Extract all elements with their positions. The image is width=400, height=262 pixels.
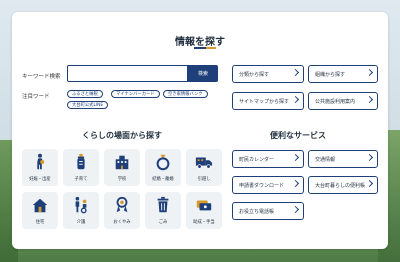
tile-childcare[interactable]: 子育て bbox=[63, 149, 99, 186]
tile-label: 結婚・離婚 bbox=[152, 177, 174, 182]
money-cards-icon bbox=[196, 200, 212, 211]
quick-link-label: サイトマップから探す bbox=[239, 98, 290, 105]
quick-link-label: 分類から探す bbox=[239, 71, 270, 78]
school-building-icon bbox=[115, 155, 129, 170]
keyword-search-label: キーワード検索 bbox=[22, 74, 61, 80]
baby-bottle-icon bbox=[77, 153, 85, 170]
tile-label: おくやみ bbox=[113, 220, 131, 225]
tile-garbage[interactable]: ごみ bbox=[145, 192, 181, 229]
service-traffic[interactable]: 交通情報 bbox=[308, 150, 378, 168]
tile-nursing-care[interactable]: 介護 bbox=[63, 192, 99, 229]
tile-school[interactable]: 学校 bbox=[104, 149, 140, 186]
search-panel: 情報を探す キーワード検索 検索 注目ワード ふるさと納税 マイナンバーカード … bbox=[12, 12, 388, 249]
service-calendar[interactable]: 町民カレンダー bbox=[232, 150, 304, 168]
tile-label: 助成・手当 bbox=[193, 220, 215, 225]
quick-link-label: 公共施設利用案内 bbox=[315, 98, 356, 105]
tag-akiya[interactable]: 空き家情報バンク bbox=[163, 90, 208, 98]
tile-label: ごみ bbox=[158, 220, 168, 225]
quick-link-category[interactable]: 分類から探す bbox=[232, 65, 304, 83]
tile-marriage[interactable]: 結婚・離婚 bbox=[145, 149, 181, 186]
pregnant-woman-icon bbox=[37, 153, 45, 170]
ring-icon bbox=[156, 154, 170, 171]
service-forms-download[interactable]: 申請書ダウンロード bbox=[232, 176, 304, 194]
chevron-right-icon bbox=[365, 153, 374, 162]
services-title: 便利なサービス bbox=[270, 131, 326, 140]
caregiver-icon bbox=[75, 196, 87, 214]
chevron-right-icon bbox=[291, 205, 300, 214]
title-underline bbox=[194, 47, 206, 49]
tag-line[interactable]: 大台町公式LINE bbox=[67, 101, 109, 109]
service-phonebook[interactable]: お役立ち電話帳 bbox=[232, 202, 304, 220]
chevron-right-icon bbox=[291, 153, 300, 162]
tile-label: 妊娠・出産 bbox=[29, 177, 51, 182]
trash-can-icon bbox=[157, 196, 169, 213]
chevron-right-icon bbox=[365, 95, 374, 104]
ribbon-icon bbox=[116, 196, 128, 213]
chevron-right-icon bbox=[291, 179, 300, 188]
service-label: 交通情報 bbox=[315, 156, 336, 163]
chevron-right-icon bbox=[365, 179, 374, 188]
title-underline-accent bbox=[206, 47, 216, 49]
tag-mynumber[interactable]: マイナンバーカード bbox=[111, 90, 160, 98]
tile-label: 住宅 bbox=[35, 220, 45, 225]
tile-housing[interactable]: 住宅 bbox=[22, 192, 58, 229]
service-living-guide[interactable]: 大台町暮らしの便利帳 bbox=[308, 176, 378, 194]
tile-subsidies[interactable]: 助成・手当 bbox=[186, 192, 222, 229]
chevron-right-icon bbox=[291, 68, 300, 77]
service-label: 申請書ダウンロード bbox=[239, 182, 285, 189]
service-label: 大台町暮らしの便利帳 bbox=[315, 182, 366, 189]
chevron-right-icon bbox=[365, 68, 374, 77]
service-label: 町民カレンダー bbox=[239, 156, 275, 163]
keyword-search-input[interactable] bbox=[67, 65, 188, 82]
search-button[interactable]: 検索 bbox=[188, 65, 218, 82]
tile-pregnancy[interactable]: 妊娠・出産 bbox=[22, 149, 58, 186]
quick-link-sitemap[interactable]: サイトマップから探す bbox=[232, 92, 304, 110]
tile-label: 子育て bbox=[74, 177, 88, 182]
page-title: 情報を探す bbox=[175, 37, 225, 48]
quick-link-label: 組織から探す bbox=[315, 71, 346, 78]
quick-link-facilities[interactable]: 公共施設利用案内 bbox=[308, 92, 378, 110]
attention-words-label: 注目ワード bbox=[22, 94, 50, 100]
house-icon bbox=[32, 198, 48, 213]
tile-label: 学校 bbox=[117, 177, 127, 182]
tile-label: 引越し bbox=[197, 177, 211, 182]
service-label: お役立ち電話帳 bbox=[239, 208, 275, 215]
chevron-right-icon bbox=[291, 95, 300, 104]
tile-condolences[interactable]: おくやみ bbox=[104, 192, 140, 229]
truck-icon bbox=[195, 157, 213, 169]
life-scenes-title: くらしの場面から探す bbox=[82, 131, 162, 140]
quick-link-organization[interactable]: 組織から探す bbox=[308, 65, 378, 83]
tag-furusato[interactable]: ふるさと納税 bbox=[67, 90, 103, 98]
tile-moving[interactable]: 引越し bbox=[186, 149, 222, 186]
tile-label: 介護 bbox=[76, 220, 86, 225]
